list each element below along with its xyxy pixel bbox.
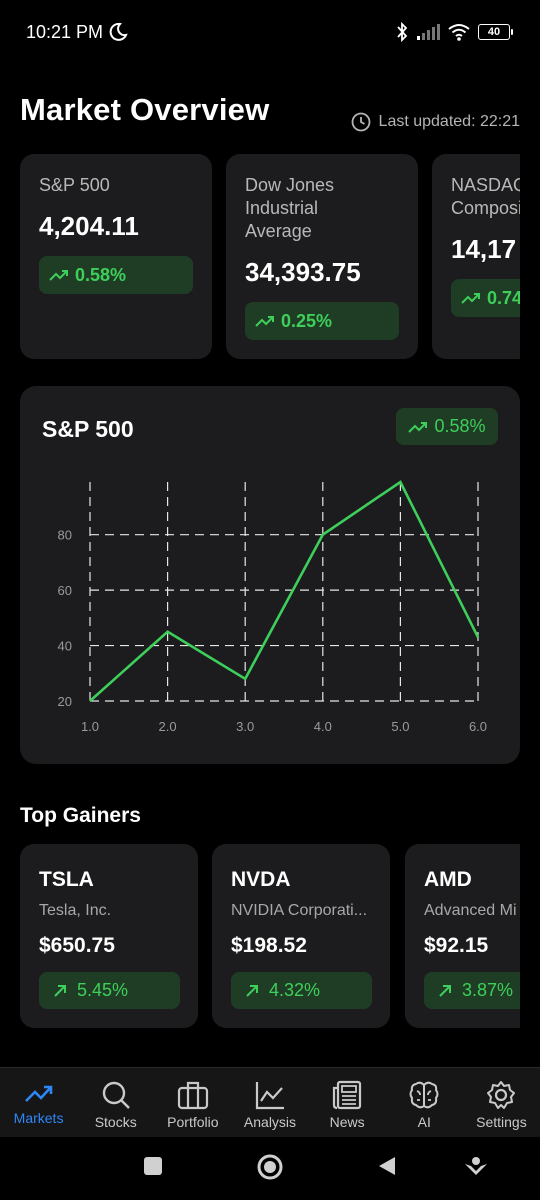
index-name: Dow Jones Industrial Average xyxy=(245,175,335,241)
company-name: Tesla, Inc. xyxy=(39,902,112,919)
last-updated: Last updated: 22:21 xyxy=(351,112,520,132)
y-tick-label: 40 xyxy=(58,639,72,654)
battery-indicator: 40 xyxy=(478,24,513,40)
gainer-change: 5.45% xyxy=(77,980,129,1000)
chart-line-icon xyxy=(255,1082,284,1110)
chart-change-badge: 0.58% xyxy=(396,408,498,445)
gainer-card-nvda[interactable]: NVDA NVIDIA Corporati... $198.52 4.32% xyxy=(212,844,390,1028)
briefcase-icon xyxy=(177,1081,208,1110)
arrow-up-right-icon xyxy=(439,984,451,997)
x-tick-label: 5.0 xyxy=(391,719,409,734)
chart-card[interactable]: 1.0 2.0 3.0 4.0 5.0 6.0 20 40 60 80 S&P 500 0.58% xyxy=(20,386,520,764)
y-tick-label: 60 xyxy=(58,583,72,598)
search-icon xyxy=(102,1081,130,1109)
index-change-badge: 0.25% xyxy=(245,302,399,340)
nav-label: Portfolio xyxy=(167,1114,219,1130)
trending-up-icon xyxy=(24,1085,52,1102)
chart-title: S&P 500 xyxy=(42,416,134,442)
nav-analysis[interactable]: Analysis xyxy=(231,1068,308,1137)
gainer-change-badge: 4.32% xyxy=(231,972,372,1009)
nav-stocks[interactable]: Stocks xyxy=(77,1068,154,1137)
nav-news[interactable]: News xyxy=(309,1068,386,1137)
newspaper-icon xyxy=(333,1080,362,1110)
index-value: 4,204.11 xyxy=(39,211,139,241)
gainer-change: 3.87% xyxy=(462,980,514,1000)
index-card-nasdaq[interactable]: NASDAQ Composite 14,17 0.74 xyxy=(432,154,520,359)
y-tick-label: 80 xyxy=(58,528,72,543)
clock-icon xyxy=(351,112,370,132)
index-value: 34,393.75 xyxy=(245,257,361,287)
trending-up-icon xyxy=(461,293,480,304)
top-gainers-row[interactable]: TSLA Tesla, Inc. $650.75 5.45% NVDA NVID… xyxy=(20,844,520,1028)
gainer-card-amd[interactable]: AMD Advanced Mi $92.15 3.87% xyxy=(405,844,520,1028)
nav-label: Analysis xyxy=(243,1114,297,1130)
index-change: 0.58% xyxy=(75,264,127,285)
index-change-badge: 0.74 xyxy=(451,279,520,317)
index-name: S&P 500 xyxy=(39,175,110,195)
battery-level: 40 xyxy=(487,26,501,38)
x-tick-label: 6.0 xyxy=(469,719,487,734)
brain-icon xyxy=(409,1081,439,1109)
x-tick-label: 1.0 xyxy=(81,719,99,734)
x-tick-label: 2.0 xyxy=(159,719,177,734)
price: $92.15 xyxy=(424,934,489,957)
series-line xyxy=(89,480,480,702)
x-tick-label: 3.0 xyxy=(236,719,254,734)
gainer-change: 4.32% xyxy=(269,980,321,1000)
index-cards-row[interactable]: S&P 500 4,204.11 0.58% Dow Jones Industr… xyxy=(20,154,520,359)
gear-icon xyxy=(487,1081,516,1109)
trending-up-icon xyxy=(408,421,428,433)
signal-icon xyxy=(417,24,440,40)
nav-label: News xyxy=(329,1114,365,1130)
arrow-up-right-icon xyxy=(246,984,258,997)
price: $650.75 xyxy=(39,934,115,957)
nav-ai[interactable]: AI xyxy=(386,1068,463,1137)
nav-label: AI xyxy=(417,1114,431,1130)
trending-up-icon xyxy=(49,270,68,281)
index-name: NASDAQ Composite xyxy=(451,175,520,218)
last-updated-text: Last updated: 22:21 xyxy=(378,113,520,130)
bottom-navigation: Markets Stocks Portfolio Analysis News A… xyxy=(0,1067,540,1137)
do-not-disturb-moon-icon xyxy=(109,22,128,41)
status-icons: 40 xyxy=(396,22,513,42)
assistant-icon[interactable] xyxy=(464,1155,488,1179)
nav-markets[interactable]: Markets xyxy=(0,1068,77,1137)
recent-apps-icon[interactable] xyxy=(142,1155,164,1177)
nav-settings[interactable]: Settings xyxy=(463,1068,540,1137)
home-icon[interactable] xyxy=(256,1153,284,1181)
chart-change: 0.58% xyxy=(434,416,486,436)
nav-label: Settings xyxy=(476,1114,527,1130)
arrow-up-right-icon xyxy=(54,984,66,997)
index-card-dow-jones[interactable]: Dow Jones Industrial Average 34,393.75 0… xyxy=(226,154,418,359)
nav-label: Stocks xyxy=(94,1114,137,1130)
gainer-card-tsla[interactable]: TSLA Tesla, Inc. $650.75 5.45% xyxy=(20,844,198,1028)
top-gainers-title: Top Gainers xyxy=(20,804,141,827)
ticker: NVDA xyxy=(231,868,291,891)
back-icon[interactable] xyxy=(376,1155,398,1177)
status-bar: 10:21 PM 40 xyxy=(0,0,540,66)
y-tick-label: 20 xyxy=(58,694,72,709)
wifi-icon xyxy=(448,24,470,41)
trending-up-icon xyxy=(255,316,274,327)
index-change: 0.74 xyxy=(487,287,520,308)
index-value: 14,17 xyxy=(451,234,517,264)
system-navigation-bar xyxy=(0,1137,540,1200)
company-name: Advanced Mi xyxy=(424,902,517,919)
nav-portfolio[interactable]: Portfolio xyxy=(154,1068,231,1137)
x-tick-label: 4.0 xyxy=(314,719,332,734)
company-name: NVIDIA Corporati... xyxy=(231,902,368,919)
bluetooth-icon xyxy=(397,22,408,42)
price: $198.52 xyxy=(231,934,307,957)
gainer-change-badge: 5.45% xyxy=(39,972,180,1009)
gainer-change-badge: 3.87% xyxy=(424,972,520,1009)
status-time: 10:21 PM xyxy=(26,22,104,42)
page-title: Market Overview xyxy=(20,92,270,127)
ticker: TSLA xyxy=(39,868,94,891)
index-card-sp500[interactable]: S&P 500 4,204.11 0.58% xyxy=(20,154,212,359)
index-change-badge: 0.58% xyxy=(39,256,193,294)
ticker: AMD xyxy=(424,868,472,891)
nav-label: Markets xyxy=(13,1110,64,1126)
index-change: 0.25% xyxy=(281,310,333,331)
